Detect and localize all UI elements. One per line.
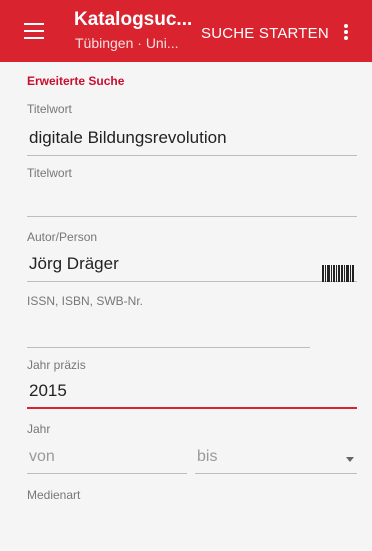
titelwort-1-input[interactable]: digitale Bildungsrevolution [27, 126, 357, 156]
start-search-button[interactable]: SUCHE STARTEN [201, 25, 329, 42]
jahr-bis-placeholder: bis [197, 448, 218, 465]
jahr-von-placeholder: von [29, 448, 55, 465]
app-toolbar: Katalogsuc... Tübingen · Uni... SUCHE ST… [0, 0, 372, 62]
jahr-label: Jahr [27, 422, 51, 436]
jahr-von-input[interactable]: von [27, 444, 187, 474]
hamburger-menu-icon[interactable] [24, 23, 44, 39]
input-underline-focused [27, 407, 357, 409]
autor-label: Autor/Person [27, 230, 98, 244]
medienart-label: Medienart [27, 488, 81, 502]
input-underline [27, 473, 187, 474]
input-underline [27, 216, 357, 217]
issn-label: ISSN, ISBN, SWB-Nr. [27, 294, 144, 308]
input-underline [27, 281, 357, 282]
section-title: Erweiterte Suche [27, 74, 125, 88]
dropdown-arrow-icon[interactable] [346, 457, 354, 462]
app-screen: Katalogsuc... Tübingen · Uni... SUCHE ST… [0, 0, 372, 551]
advanced-search-form: Erweiterte Suche Titelwort digitale Bild… [0, 62, 372, 551]
toolbar-title: Katalogsuc... [74, 9, 193, 30]
jahr-bis-input[interactable]: bis [195, 444, 357, 474]
titelwort-1-value: digitale Bildungsrevolution [29, 128, 227, 147]
titelwort-2-input[interactable] [27, 187, 357, 217]
jahr-praezis-value: 2015 [29, 381, 67, 400]
autor-input[interactable]: Jörg Dräger [27, 252, 357, 282]
autor-value: Jörg Dräger [29, 254, 119, 273]
input-underline [27, 347, 310, 348]
titelwort-2-label: Titelwort [27, 166, 72, 180]
barcode-scan-icon[interactable] [322, 265, 354, 282]
jahr-praezis-label: Jahr präzis [27, 358, 86, 372]
input-underline [195, 473, 357, 474]
more-vert-icon[interactable] [344, 24, 348, 40]
titelwort-1-label: Titelwort [27, 102, 72, 116]
input-underline [27, 155, 357, 156]
jahr-praezis-input[interactable]: 2015 [27, 379, 357, 409]
issn-input[interactable] [27, 318, 310, 348]
toolbar-subtitle: Tübingen · Uni... [75, 35, 179, 51]
